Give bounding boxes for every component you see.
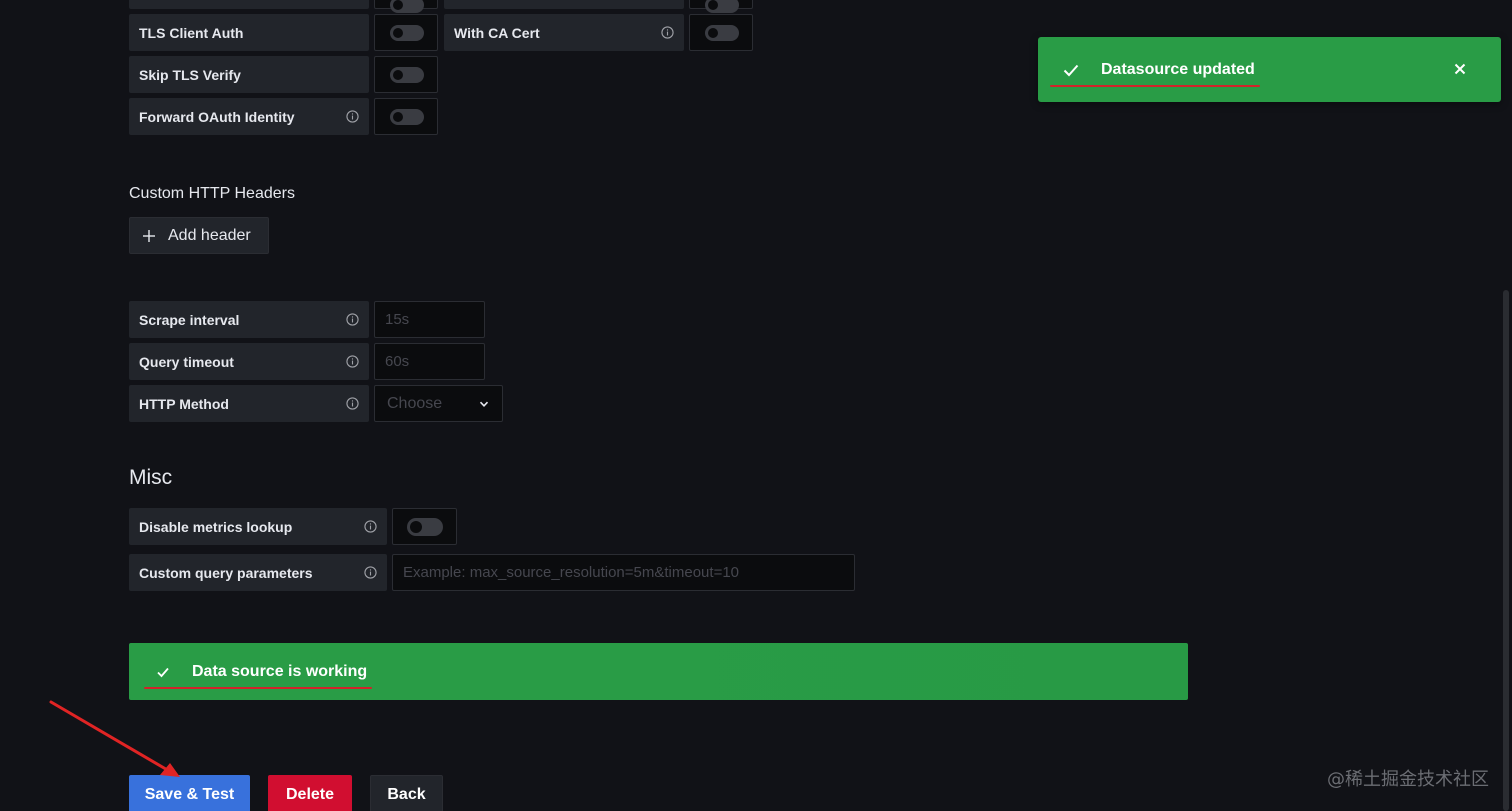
forward-oauth-toggle[interactable] (374, 98, 438, 135)
misc-title: Misc (129, 466, 173, 489)
check-icon (1063, 64, 1079, 76)
toggle-switch[interactable] (390, 109, 424, 125)
check-icon (157, 667, 169, 677)
info-icon[interactable] (346, 355, 359, 368)
toggle-switch[interactable] (390, 25, 424, 41)
with-ca-cert-text: With CA Cert (454, 24, 540, 41)
query-timeout-input[interactable]: 60s (374, 343, 485, 380)
query-timeout-placeholder: 60s (385, 353, 410, 370)
custom-query-placeholder: Example: max_source_resolution=5m&timeou… (403, 564, 740, 581)
close-icon[interactable] (1454, 63, 1466, 75)
tls-client-auth-toggle[interactable] (374, 14, 438, 51)
disable-metrics-text: Disable metrics lookup (139, 518, 293, 535)
with-ca-cert-toggle[interactable] (689, 14, 753, 51)
add-header-label: Add header (168, 226, 251, 244)
scrape-interval-text: Scrape interval (139, 311, 240, 328)
toggle-switch[interactable] (407, 518, 443, 536)
disable-metrics-toggle[interactable] (392, 508, 457, 545)
scrape-interval-label: Scrape interval (129, 301, 369, 338)
watermark-text: @稀土掘金技术社区 (1327, 769, 1489, 790)
annotation-underline-status (144, 687, 372, 689)
toggle-switch[interactable] (390, 67, 424, 83)
toast-message: Datasource updated (1101, 60, 1255, 78)
field-label-partial (129, 0, 369, 9)
delete-label: Delete (285, 786, 335, 803)
info-icon[interactable] (346, 110, 359, 123)
delete-button[interactable]: Delete (268, 775, 352, 811)
back-button[interactable]: Back (370, 775, 443, 811)
info-icon[interactable] (346, 397, 359, 410)
datasource-settings-page: TLS Client Auth With CA Cert Skip TLS Ve… (0, 0, 1512, 811)
query-timeout-label: Query timeout (129, 343, 369, 380)
plus-icon (143, 229, 155, 242)
info-icon[interactable] (364, 520, 377, 533)
tls-client-auth-text: TLS Client Auth (139, 24, 244, 41)
scrape-interval-placeholder: 15s (385, 311, 410, 328)
status-message: Data source is working (192, 662, 368, 680)
chevron-down-icon (479, 401, 489, 407)
add-header-button[interactable]: Add header (129, 217, 269, 254)
http-method-value: Choose (387, 394, 443, 412)
custom-query-label: Custom query parameters (129, 554, 387, 591)
annotation-arrow (49, 700, 180, 777)
info-icon[interactable] (346, 313, 359, 326)
toast-notification: Datasource updated (1038, 37, 1501, 102)
http-method-label: HTTP Method (129, 385, 369, 422)
with-ca-cert-label: With CA Cert (444, 14, 684, 51)
custom-headers-title: Custom HTTP Headers (129, 185, 295, 202)
datasource-status-alert: Data source is working (129, 643, 1188, 700)
skip-tls-verify-toggle[interactable] (374, 56, 438, 93)
info-icon[interactable] (661, 26, 674, 39)
disable-metrics-label: Disable metrics lookup (129, 508, 387, 545)
http-method-select[interactable]: Choose (374, 385, 503, 422)
forward-oauth-label: Forward OAuth Identity (129, 98, 369, 135)
toggle-partial-2[interactable] (689, 0, 753, 13)
field-label-partial-2 (444, 0, 684, 9)
toggle-switch[interactable] (705, 25, 739, 41)
scrollbar-thumb[interactable] (1503, 290, 1509, 811)
annotation-underline-toast (1050, 85, 1260, 87)
tls-client-auth-label: TLS Client Auth (129, 14, 369, 51)
toggle-partial-1[interactable] (374, 0, 438, 13)
info-icon[interactable] (364, 566, 377, 579)
http-method-text: HTTP Method (139, 395, 229, 412)
scrape-interval-input[interactable]: 15s (374, 301, 485, 338)
skip-tls-verify-text: Skip TLS Verify (139, 66, 241, 83)
query-timeout-text: Query timeout (139, 353, 234, 370)
back-label: Back (387, 786, 426, 803)
custom-query-text: Custom query parameters (139, 564, 313, 581)
skip-tls-verify-label: Skip TLS Verify (129, 56, 369, 93)
custom-query-input[interactable]: Example: max_source_resolution=5m&timeou… (392, 554, 855, 591)
forward-oauth-text: Forward OAuth Identity (139, 108, 295, 125)
